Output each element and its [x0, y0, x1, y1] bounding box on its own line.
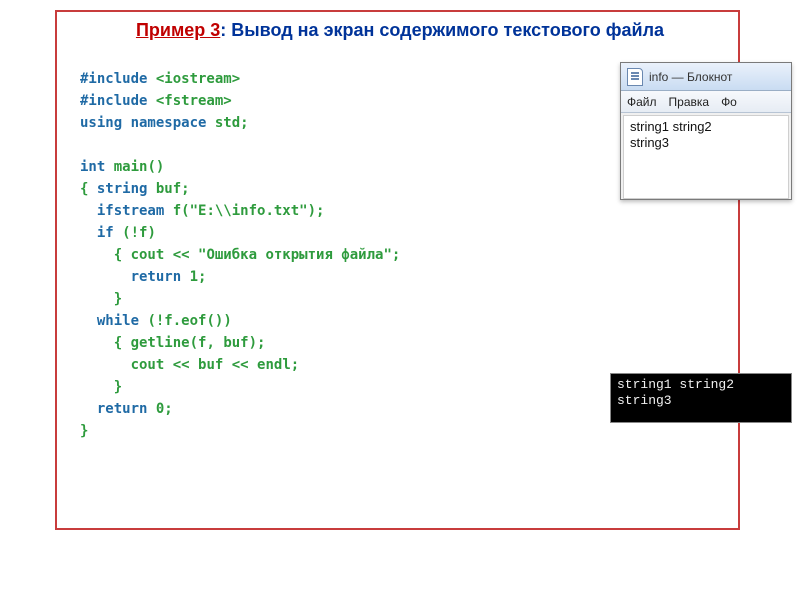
- code-token: (!: [122, 225, 139, 241]
- slide-title: Пример 3: Вывод на экран содержимого тек…: [60, 20, 740, 41]
- code-token: f: [173, 203, 181, 219]
- notepad-icon: [627, 68, 643, 86]
- code-token: buf: [223, 335, 248, 351]
- code-token: return: [97, 401, 156, 417]
- code-token: <<: [164, 247, 198, 263]
- code-token: (!: [147, 313, 164, 329]
- code-token: return: [131, 269, 190, 285]
- code-token: <<: [164, 357, 198, 373]
- code-token: while: [97, 313, 148, 329]
- notepad-menubar: Файл Правка Фо: [621, 91, 791, 113]
- menu-format[interactable]: Фо: [721, 95, 737, 109]
- code-token: (): [147, 159, 164, 175]
- code-token: getline: [131, 335, 190, 351]
- code-token: buf: [156, 181, 181, 197]
- code-token: 1;: [190, 269, 207, 285]
- code-token: ()): [206, 313, 231, 329]
- code-token: cout: [131, 247, 165, 263]
- notepad-content[interactable]: string1 string2 string3: [623, 115, 789, 199]
- code-token: #include: [80, 93, 156, 109]
- code-token: ;: [240, 115, 248, 131]
- code-token: }: [80, 379, 122, 395]
- code-token: int: [80, 159, 114, 175]
- code-token: (: [190, 335, 198, 351]
- code-token: }: [80, 423, 88, 439]
- code-token: ,: [206, 335, 223, 351]
- code-token: [80, 225, 97, 241]
- code-token: [80, 313, 97, 329]
- code-token: std: [215, 115, 240, 131]
- code-token: buf: [198, 357, 223, 373]
- code-token: [80, 401, 97, 417]
- code-token: (: [181, 203, 189, 219]
- title-label: Пример 3: [136, 20, 220, 40]
- code-token: <iostream>: [156, 71, 240, 87]
- code-token: ): [147, 225, 155, 241]
- code-token: );: [308, 203, 325, 219]
- code-token: #include: [80, 71, 156, 87]
- code-token: ;: [181, 181, 189, 197]
- code-token: if: [97, 225, 122, 241]
- code-token: using namespace: [80, 115, 215, 131]
- code-block: #include <iostream> #include <fstream> u…: [80, 68, 400, 442]
- code-token: eof: [181, 313, 206, 329]
- code-token: f: [164, 313, 172, 329]
- code-token: cout: [131, 357, 165, 373]
- code-token: [80, 269, 131, 285]
- menu-edit[interactable]: Правка: [669, 95, 710, 109]
- notepad-window: info — Блокнот Файл Правка Фо string1 st…: [620, 62, 792, 200]
- code-token: [80, 203, 97, 219]
- code-token: {: [80, 181, 97, 197]
- code-token: 0;: [156, 401, 173, 417]
- code-token: endl: [257, 357, 291, 373]
- code-token: ifstream: [97, 203, 173, 219]
- code-token: "E:\\info.txt": [190, 203, 308, 219]
- code-token: <fstream>: [156, 93, 232, 109]
- code-token: {: [80, 247, 131, 263]
- code-token: ;: [291, 357, 299, 373]
- title-text: Вывод на экран содержимого текстового фа…: [231, 20, 664, 40]
- code-token: [80, 357, 131, 373]
- code-token: }: [80, 291, 122, 307]
- code-token: <<: [223, 357, 257, 373]
- console-output: string1 string2 string3: [610, 373, 792, 423]
- code-token: string: [97, 181, 156, 197]
- notepad-title: info — Блокнот: [649, 70, 732, 84]
- menu-file[interactable]: Файл: [627, 95, 657, 109]
- code-token: );: [249, 335, 266, 351]
- code-token: .: [173, 313, 181, 329]
- code-token: main: [114, 159, 148, 175]
- title-sep: :: [220, 20, 231, 40]
- code-token: "Ошибка открытия файла": [198, 247, 392, 263]
- notepad-titlebar[interactable]: info — Блокнот: [621, 63, 791, 91]
- code-token: {: [80, 335, 131, 351]
- code-token: ;: [392, 247, 400, 263]
